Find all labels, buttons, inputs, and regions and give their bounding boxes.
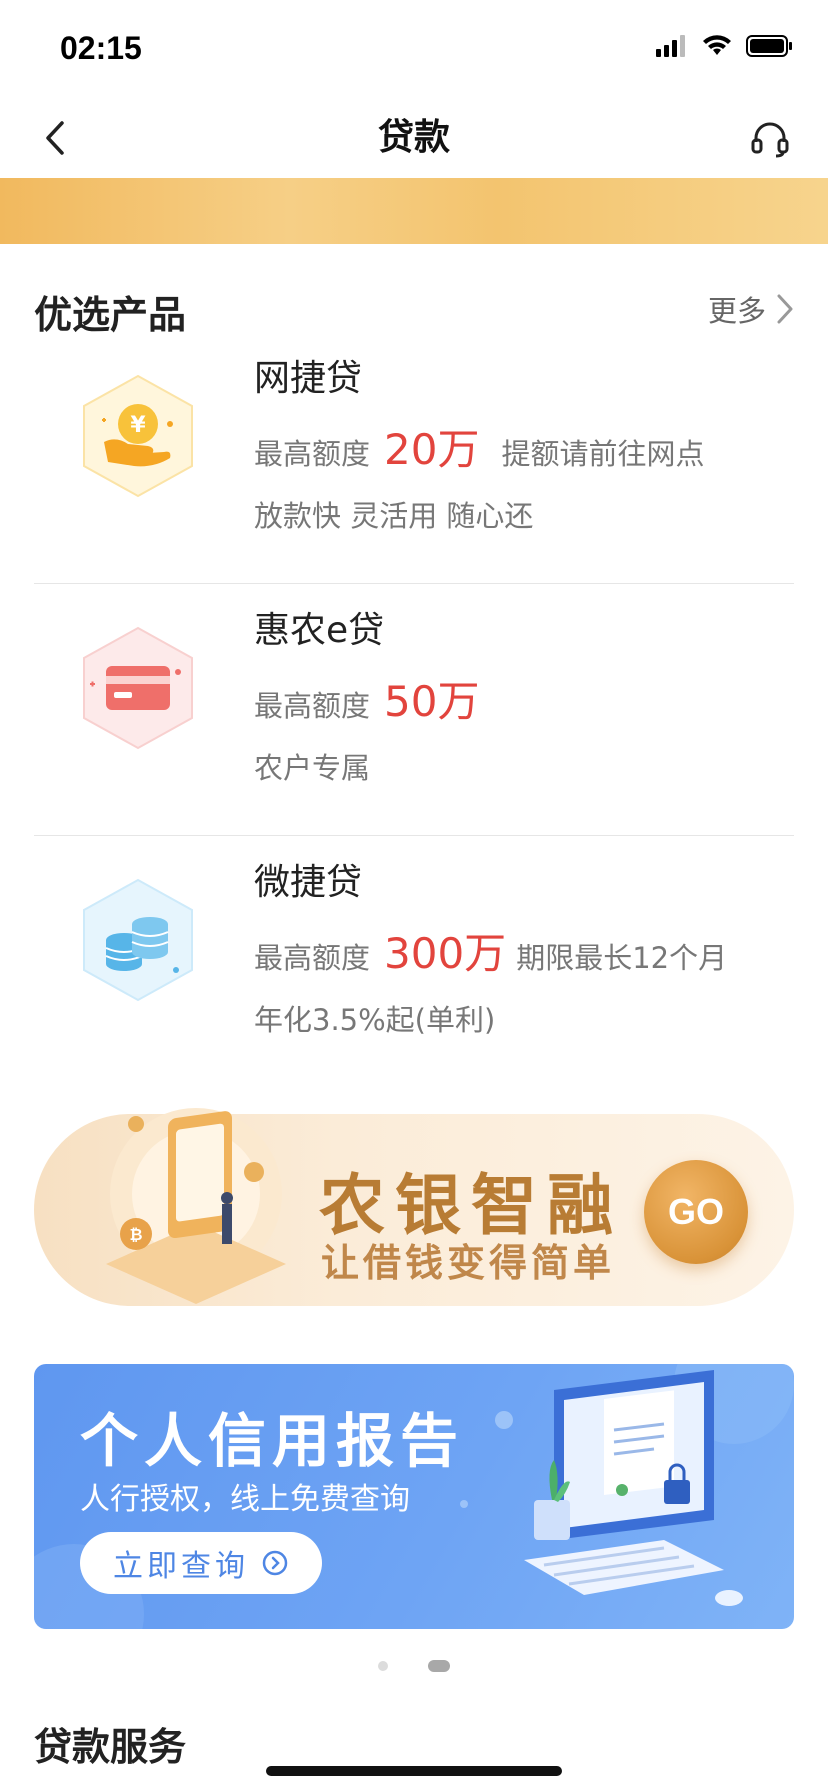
limit-row: 最高额度 50万	[254, 668, 479, 729]
customer-service-button[interactable]	[742, 110, 798, 166]
product-name: 微捷贷	[254, 862, 363, 903]
more-link[interactable]: 更多	[708, 288, 794, 330]
wifi-icon	[703, 35, 731, 55]
chevron-right-icon	[777, 294, 793, 324]
pager-dot[interactable]	[378, 1661, 388, 1671]
product-name: 网捷贷	[254, 358, 363, 399]
product-item[interactable]: 惠农e贷 最高额度 50万 农户专属	[34, 584, 794, 836]
limit-extra: 提额请前往网点	[501, 437, 705, 471]
query-now-button[interactable]: 立即查询	[80, 1532, 322, 1594]
coin-stack-icon	[83, 878, 193, 1002]
svg-text:¥: ¥	[130, 413, 146, 438]
top-banner[interactable]	[0, 178, 828, 244]
limit-label: 最高额度	[254, 941, 371, 975]
limit-row: 最高额度 300万 期限最长12个月	[254, 920, 727, 981]
svg-text:₿: ₿	[129, 1225, 142, 1244]
promo-subtitle: 让借钱变得简单	[321, 1241, 616, 1285]
arrow-circle-right-icon	[262, 1550, 288, 1576]
signal-icon	[656, 35, 685, 57]
pager-dot-active[interactable]	[428, 1660, 450, 1672]
battery-icon	[746, 35, 792, 57]
product-info: 网捷贷 最高额度 20万 提额请前往网点 放款快 灵活用 随心还	[254, 356, 704, 535]
nav-bar: 贷款	[0, 98, 828, 178]
computer-report-illustration	[524, 1370, 743, 1606]
product-desc: 年化3.5%起(单利)	[254, 1003, 496, 1037]
promo-subtitle: 人行授权，线上免费查询	[80, 1482, 410, 1517]
status-bar: 02:15	[0, 0, 828, 98]
section-title-loan-service: 贷款服务	[34, 1725, 187, 1769]
product-item[interactable]: ¥ 网捷贷 最高额度 20万 提额请前往网点 放款快 灵活用 随心还	[34, 332, 794, 584]
carousel-pager	[0, 1660, 828, 1672]
product-desc: 农户专属	[254, 751, 371, 785]
status-time: 02:15	[60, 30, 142, 66]
go-button[interactable]: GO	[644, 1160, 748, 1264]
promo-title: 个人信用报告	[80, 1407, 465, 1475]
product-info: 惠农e贷 最高额度 50万 农户专属	[254, 608, 479, 787]
product-item[interactable]: 微捷贷 最高额度 300万 期限最长12个月 年化3.5%起(单利)	[34, 836, 794, 1088]
page-title: 贷款	[377, 117, 450, 158]
limit-value: 50万	[384, 677, 480, 726]
product-name: 惠农e贷	[254, 610, 385, 651]
section-title-preferred: 优选产品	[34, 293, 187, 337]
limit-value: 300万	[384, 929, 507, 978]
limit-row: 最高额度 20万 提额请前往网点	[254, 416, 704, 477]
headset-icon	[751, 122, 789, 158]
coin-in-hand-icon: ¥	[83, 374, 193, 498]
promo-banner-smart-finance[interactable]: ₿ 农银智融 让借钱变得简单 GO	[34, 1108, 794, 1306]
limit-extra: 期限最长12个月	[516, 941, 728, 975]
limit-value: 20万	[384, 425, 480, 474]
bank-card-icon	[83, 626, 193, 750]
promo-banner-credit-report[interactable]: 个人信用报告 人行授权，线上免费查询 立即查询	[34, 1364, 794, 1629]
product-info: 微捷贷 最高额度 300万 期限最长12个月 年化3.5%起(单利)	[254, 860, 727, 1039]
status-icons	[656, 34, 794, 58]
query-now-label: 立即查询	[113, 1549, 249, 1584]
more-label: 更多	[707, 294, 766, 328]
limit-label: 最高额度	[254, 437, 371, 471]
limit-label: 最高额度	[254, 689, 371, 723]
product-desc: 放款快 灵活用 随心还	[254, 499, 534, 533]
phone-finance-illustration: ₿	[106, 1108, 286, 1304]
home-indicator	[266, 1766, 562, 1776]
